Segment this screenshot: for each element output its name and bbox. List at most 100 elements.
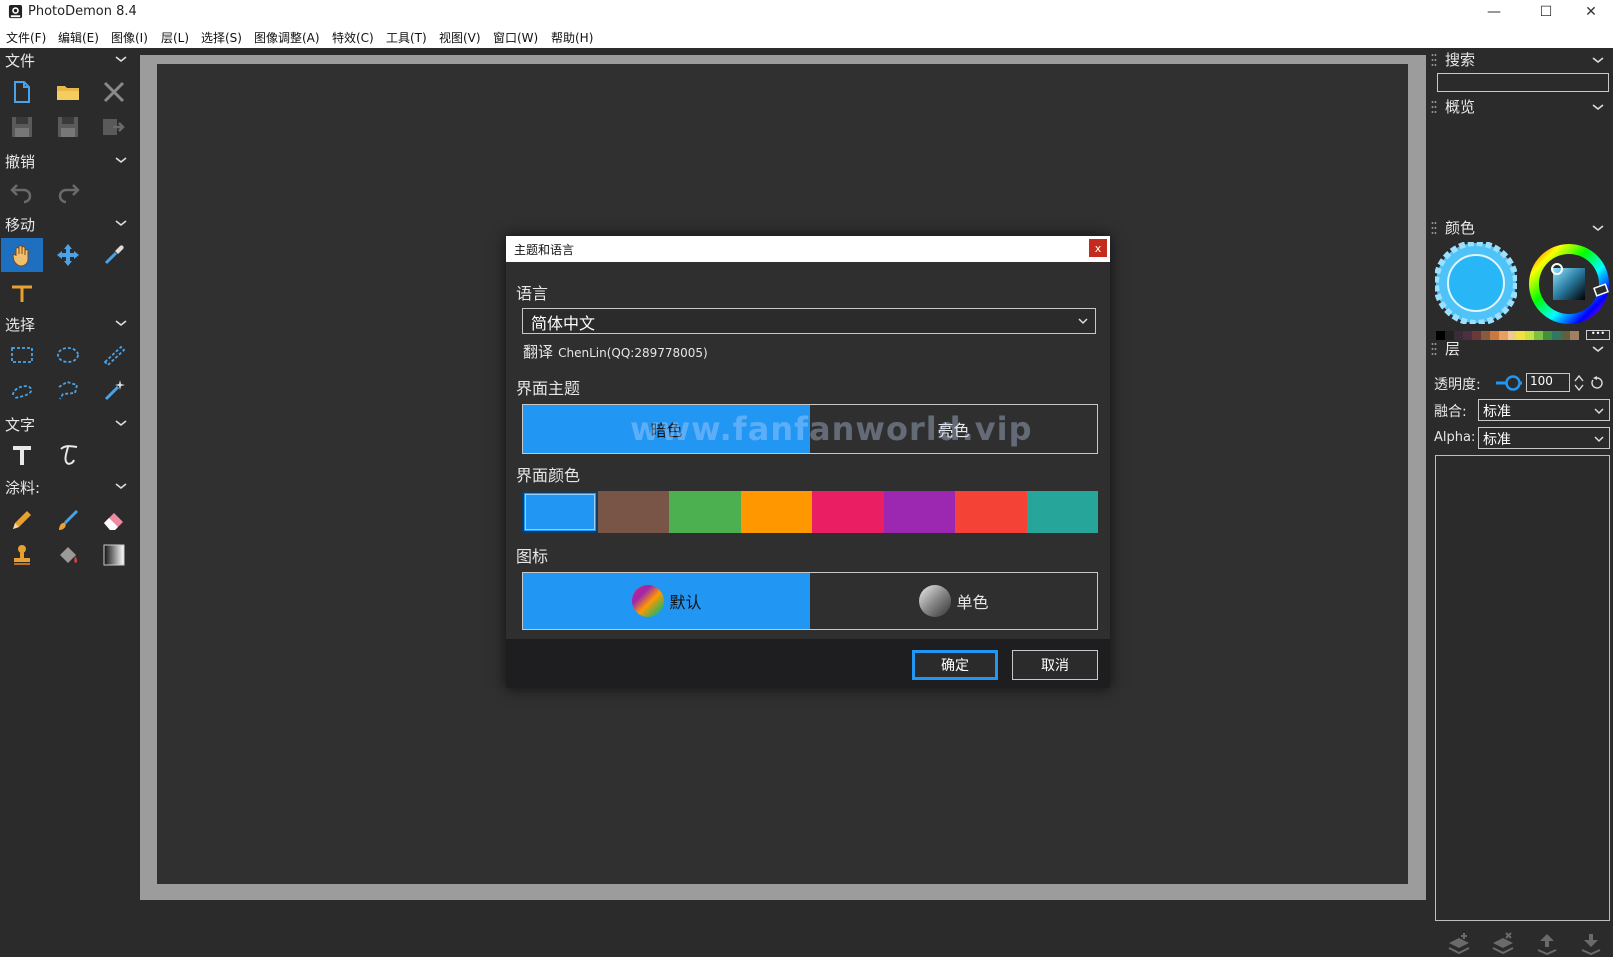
- move-layer-up-icon[interactable]: [1534, 931, 1560, 957]
- icons-default-option[interactable]: 默认: [523, 573, 810, 629]
- grip-icon: [1431, 343, 1437, 355]
- accent-swatch-teal[interactable]: [1026, 491, 1098, 533]
- undo-button[interactable]: [1, 174, 43, 208]
- panel-overview-header[interactable]: 概览: [1426, 96, 1613, 118]
- close-file-button[interactable]: [93, 75, 135, 109]
- menu-edit[interactable]: 编辑(E): [58, 29, 99, 46]
- delete-layer-icon[interactable]: [1490, 931, 1516, 957]
- measure-tool-button[interactable]: [1, 275, 43, 309]
- panel-search-header[interactable]: 搜索: [1426, 49, 1613, 71]
- menu-effects[interactable]: 特效(C): [332, 29, 374, 46]
- pencil-tool-button[interactable]: [1, 503, 43, 537]
- menu-layer[interactable]: 层(L): [161, 29, 189, 46]
- panel-colors-header[interactable]: 颜色: [1426, 217, 1613, 239]
- menu-view[interactable]: 视图(V): [439, 29, 481, 46]
- menu-file[interactable]: 文件(F): [6, 29, 46, 46]
- blend-value: 标准: [1483, 404, 1511, 420]
- language-select[interactable]: 简体中文: [522, 308, 1096, 334]
- lasso-tool-button[interactable]: [1, 373, 43, 407]
- minimize-button[interactable]: —: [1472, 0, 1516, 24]
- clone-stamp-tool-button[interactable]: [1, 538, 43, 572]
- hand-tool-button[interactable]: [1, 238, 43, 272]
- menu-window[interactable]: 窗口(W): [493, 29, 538, 46]
- color-picker-tool-button[interactable]: [93, 238, 135, 272]
- menu-select[interactable]: 选择(S): [201, 29, 242, 46]
- panel-colors-label: 颜色: [1445, 219, 1476, 237]
- dialog-close-button[interactable]: x: [1089, 239, 1107, 257]
- icons-mono-label: 单色: [956, 593, 989, 612]
- section-paint[interactable]: 涂料:: [0, 476, 138, 498]
- accent-swatch-brown[interactable]: [597, 491, 669, 533]
- polygon-lasso-tool-button[interactable]: [47, 373, 89, 407]
- section-select[interactable]: 选择: [0, 313, 138, 335]
- dialog-title-bar: 主题和语言 x: [506, 236, 1110, 262]
- accent-swatch-red[interactable]: [955, 491, 1027, 533]
- polygon-lasso-icon: [58, 381, 79, 400]
- save-as-button[interactable]: [47, 110, 89, 144]
- mono-wheel-icon: [919, 585, 952, 617]
- new-file-button[interactable]: [1, 75, 43, 109]
- move-tool-button[interactable]: [47, 238, 89, 272]
- opacity-slider[interactable]: [1496, 375, 1522, 391]
- section-undo-label: 撤销: [5, 153, 36, 171]
- lasso-icon: [12, 385, 32, 399]
- menu-tools[interactable]: 工具(T): [386, 29, 427, 46]
- theme-language-dialog: 主题和语言 x 语言 简体中文 翻译 ChenLin(QQ:289778005)…: [506, 236, 1110, 688]
- magic-wand-tool-button[interactable]: [93, 373, 135, 407]
- reset-icon[interactable]: [1590, 376, 1604, 390]
- maximize-button[interactable]: ☐: [1524, 0, 1568, 24]
- cancel-button[interactable]: 取消: [1012, 650, 1098, 680]
- rect-select-tool-button[interactable]: [1, 338, 43, 372]
- export-button[interactable]: [93, 110, 135, 144]
- measure-icon: [12, 285, 32, 302]
- translator-row: 翻译 ChenLin(QQ:289778005): [523, 341, 708, 362]
- section-text[interactable]: 文字: [0, 413, 138, 435]
- accent-swatch-blue[interactable]: [522, 491, 598, 533]
- ellipse-select-tool-button[interactable]: [47, 338, 89, 372]
- brush-tool-button[interactable]: [47, 503, 89, 537]
- accent-swatch-pink[interactable]: [812, 491, 884, 533]
- accent-swatch-green[interactable]: [669, 491, 741, 533]
- menu-image[interactable]: 图像(I): [111, 29, 148, 46]
- eraser-tool-button[interactable]: [93, 503, 135, 537]
- opacity-input[interactable]: 100: [1526, 373, 1570, 392]
- blend-label: 融合:: [1434, 404, 1467, 420]
- new-file-icon: [14, 81, 30, 103]
- accent-swatch-purple[interactable]: [883, 491, 955, 533]
- close-window-button[interactable]: ✕: [1569, 0, 1613, 24]
- redo-button[interactable]: [47, 174, 89, 208]
- save-as-icon: [58, 117, 78, 137]
- menu-adjustments[interactable]: 图像调整(A): [254, 29, 320, 46]
- fill-tool-button[interactable]: [47, 538, 89, 572]
- dialog-title: 主题和语言: [514, 243, 575, 257]
- text-tool-button[interactable]: [1, 438, 43, 472]
- alpha-select[interactable]: 标准: [1478, 427, 1610, 449]
- accent-swatch-orange[interactable]: [740, 491, 812, 533]
- blend-select[interactable]: 标准: [1478, 399, 1610, 421]
- layers-list[interactable]: [1435, 455, 1610, 921]
- line-select-tool-button[interactable]: [93, 338, 135, 372]
- section-undo[interactable]: 撤销: [0, 150, 138, 172]
- open-file-button[interactable]: [47, 75, 89, 109]
- gradient-tool-button[interactable]: [93, 538, 135, 572]
- opacity-spinner[interactable]: [1574, 374, 1584, 392]
- icons-mono-option[interactable]: 单色: [810, 573, 1097, 629]
- move-layer-down-icon[interactable]: [1578, 931, 1604, 957]
- search-input[interactable]: [1437, 73, 1609, 92]
- section-move[interactable]: 移动: [0, 213, 138, 235]
- folder-icon: [57, 86, 79, 100]
- chevron-down-icon: [115, 420, 127, 427]
- section-select-label: 选择: [5, 316, 36, 334]
- typography-tool-button[interactable]: [47, 438, 89, 472]
- save-button[interactable]: [1, 110, 43, 144]
- add-layer-icon[interactable]: [1446, 931, 1472, 957]
- color-wheel[interactable]: [1527, 242, 1611, 326]
- panel-layers-header[interactable]: 层: [1426, 338, 1613, 360]
- title-bar: PhotoDemon 8.4 — ☐ ✕: [0, 0, 1613, 24]
- chevron-down-icon: [1592, 225, 1604, 232]
- menu-help[interactable]: 帮助(H): [551, 29, 593, 46]
- ok-button[interactable]: 确定: [912, 650, 998, 680]
- ellipse-select-icon: [57, 347, 79, 363]
- primary-color-swatch[interactable]: [1435, 242, 1517, 324]
- section-file[interactable]: 文件: [0, 49, 138, 71]
